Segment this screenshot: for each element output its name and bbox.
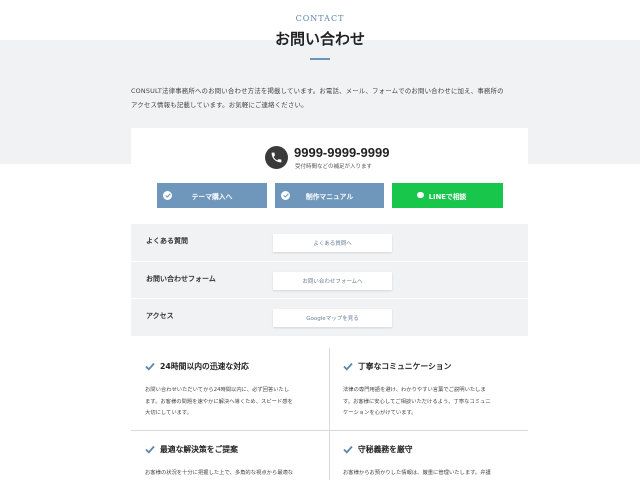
feature-communication: 丁寧なコミュニケーション 法律の専門用語を避け、わかりやすい言葉でご説明いたしま… (343, 361, 528, 420)
feature-title: 最適な解決策をご提案 (160, 445, 238, 454)
check-icon (145, 445, 155, 454)
check-circle-icon (281, 191, 290, 200)
section-eyebrow: CONTACT (295, 14, 345, 23)
title-underline (310, 58, 330, 60)
row-label-faq: よくある質問 (146, 237, 188, 245)
feature-line: 大切にしています。 (145, 410, 192, 416)
phone-number[interactable]: 9999-9999-9999 (294, 145, 389, 160)
theme-purchase-button[interactable]: テーマ購入へ (157, 183, 267, 208)
contact-card: 9999-9999-9999 受付時間などの補足が入ります テーマ購入へ 制作マ… (131, 128, 528, 336)
feature-line: お客様の状況を十分に把握した上で、多角的な視点から最適な (145, 470, 294, 476)
list-item: お問い合わせフォーム お問い合わせフォームへ (131, 261, 528, 298)
feature-line: 法律の専門用語を避け、わかりやすい言葉でご説明いたしま (343, 387, 486, 393)
intro-line: CONSULT法律事務所へのお問い合わせ方法を掲載しています。お電話、メール、フ… (131, 87, 504, 95)
check-icon (343, 445, 353, 454)
line-consult-button[interactable]: LINEで相談 (392, 183, 503, 208)
phone-hours-note: 受付時間などの補足が入ります (295, 164, 373, 170)
contact-form-button[interactable]: お問い合わせフォームへ (273, 272, 392, 290)
page-title: お問い合わせ (274, 30, 365, 48)
check-circle-icon (163, 191, 172, 200)
check-icon (145, 362, 155, 371)
feature-title: 24時間以内の迅速な対応 (160, 362, 249, 371)
phone-icon (265, 146, 288, 169)
row-label-form: お問い合わせフォーム (146, 275, 216, 283)
row-label-access: アクセス (146, 312, 174, 320)
feature-best-solution: 最適な解決策をご提案 お客様の状況を十分に把握した上で、多角的な視点から最適な (145, 444, 330, 480)
feature-line: す。お客様に安心してご相談いただけるよう、丁寧なコミュニ (343, 398, 491, 405)
google-map-button[interactable]: Googleマップを見る (273, 309, 392, 327)
intro-line: アクセス情報も記載しています。お気軽にご連絡ください。 (131, 101, 308, 109)
feature-title: 守秘義務を厳守 (358, 445, 413, 454)
line-consult-label: LINEで相談 (428, 192, 467, 201)
manual-label: 制作マニュアル (305, 192, 354, 201)
feature-line: お問い合わせいただいてから24時間以内に、必ず回答いたし (145, 387, 290, 393)
manual-button[interactable]: 制作マニュアル (275, 183, 384, 208)
feature-line: ます。お客様の問題を速やかに解決へ導くため、スピード感を (145, 398, 293, 405)
list-item: よくある質問 よくある質問へ (131, 224, 528, 261)
features-horizontal-divider (131, 430, 528, 431)
intro-text: CONSULT法律事務所へのお問い合わせ方法を掲載しています。お電話、メール、フ… (131, 84, 531, 112)
feature-title: 丁寧なコミュニケーション (358, 362, 452, 371)
line-icon (417, 192, 424, 198)
contact-links-list: よくある質問 よくある質問へ お問い合わせフォーム お問い合わせフォームへ アク… (131, 224, 528, 336)
check-icon (343, 362, 353, 371)
feature-fast-response: 24時間以内の迅速な対応 お問い合わせいただいてから24時間以内に、必ず回答いた… (145, 361, 330, 420)
theme-purchase-label: テーマ購入へ (191, 192, 233, 201)
list-item: アクセス Googleマップを見る (131, 298, 528, 335)
feature-line: お客様からお預かりした情報は、厳重に管理いたします。弁護 (343, 470, 491, 476)
feature-confidentiality: 守秘義務を厳守 お客様からお預かりした情報は、厳重に管理いたします。弁護 (343, 444, 528, 480)
feature-line: ケーションを心がけています。 (343, 410, 417, 416)
faq-button[interactable]: よくある質問へ (273, 234, 392, 252)
